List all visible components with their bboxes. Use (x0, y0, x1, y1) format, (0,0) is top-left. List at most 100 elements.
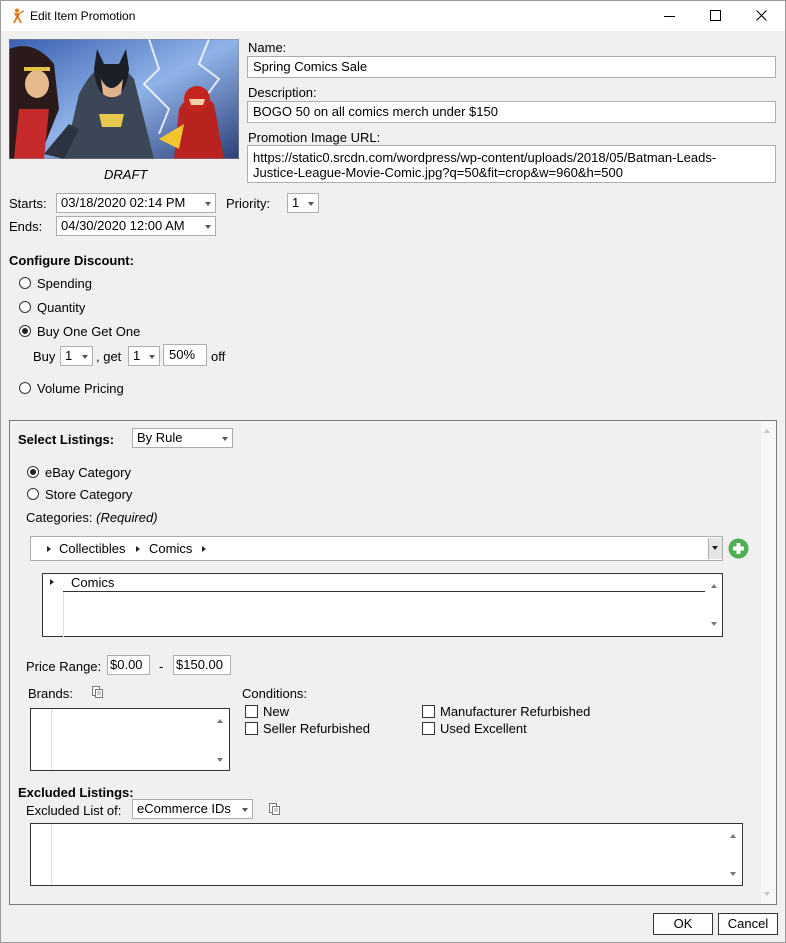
price-range-separator: - (159, 659, 164, 674)
categories-required-note: (Required) (96, 510, 158, 525)
condition-used-excellent-label[interactable]: Used Excellent (440, 721, 527, 736)
chevron-down-icon (149, 355, 155, 359)
condition-manufacturer-refurbished-label[interactable]: Manufacturer Refurbished (440, 704, 590, 719)
breadcrumb-separator-icon[interactable] (202, 546, 206, 552)
condition-seller-refurbished-checkbox[interactable] (245, 722, 258, 735)
discount-bogo-label[interactable]: Buy One Get One (37, 324, 140, 339)
categories-label-text: Categories: (26, 510, 93, 525)
chevron-down-icon (222, 437, 228, 441)
bogo-buy-value: 1 (65, 348, 73, 363)
chevron-down-icon (205, 225, 211, 229)
title-bar[interactable]: Edit Item Promotion (1, 1, 785, 31)
name-label: Name: (248, 40, 287, 55)
image-url-input[interactable]: https://static0.srcdn.com/wordpress/wp-c… (247, 145, 776, 183)
maximize-icon (710, 10, 721, 21)
scroll-down-icon[interactable] (764, 892, 770, 896)
category-list-gutter (63, 592, 64, 637)
discount-volume-radio[interactable] (19, 382, 31, 394)
condition-new-checkbox[interactable] (245, 705, 258, 718)
conditions-label: Conditions: (242, 686, 308, 701)
bogo-percent-input[interactable]: 50% (163, 344, 207, 366)
condition-seller-refurbished-label[interactable]: Seller Refurbished (263, 721, 370, 736)
chevron-down-icon (308, 202, 314, 206)
category-item-comics[interactable]: Comics (71, 575, 114, 590)
discount-spending-radio[interactable] (19, 277, 31, 289)
app-logo-icon (13, 8, 25, 23)
description-input[interactable]: BOGO 50 on all comics merch under $150 (247, 101, 776, 123)
store-category-label[interactable]: Store Category (45, 487, 132, 502)
scroll-down-icon[interactable] (730, 872, 736, 876)
scroll-up-icon[interactable] (217, 719, 223, 723)
scroll-down-icon[interactable] (217, 758, 223, 762)
condition-manufacturer-refurbished-checkbox[interactable] (422, 705, 435, 718)
bogo-buy-select[interactable]: 1 (60, 346, 93, 366)
price-min-input[interactable]: $0.00 (107, 655, 150, 675)
discount-spending-label[interactable]: Spending (37, 276, 92, 291)
priority-value: 1 (292, 195, 300, 210)
ends-datetime-picker[interactable]: 04/30/2020 12:00 AM (56, 216, 216, 236)
scroll-up-icon[interactable] (711, 584, 717, 588)
priority-select[interactable]: 1 (287, 193, 319, 213)
excluded-list-of-label: Excluded List of: (26, 803, 122, 818)
chevron-down-icon (712, 546, 718, 550)
excluded-list-type-select[interactable]: eCommerce IDs (132, 799, 253, 819)
bogo-get-select[interactable]: 1 (128, 346, 160, 366)
scroll-up-icon[interactable] (730, 834, 736, 838)
minimize-icon (664, 16, 675, 17)
maximize-button[interactable] (693, 2, 739, 31)
brands-list-gutter (51, 709, 52, 770)
condition-new-label[interactable]: New (263, 704, 289, 719)
ebay-category-radio[interactable] (27, 466, 39, 478)
promotion-image (9, 39, 239, 159)
add-category-icon[interactable] (728, 538, 749, 559)
bogo-get-value: 1 (133, 348, 141, 363)
chevron-down-icon (242, 808, 248, 812)
price-max-input[interactable]: $150.00 (173, 655, 231, 675)
expand-arrow-icon[interactable] (50, 579, 54, 585)
cancel-button[interactable]: Cancel (718, 913, 778, 935)
clipboard-paste-icon[interactable] (91, 685, 103, 698)
discount-volume-label[interactable]: Volume Pricing (37, 381, 124, 396)
clipboard-paste-icon[interactable] (268, 802, 280, 815)
bogo-buy-label: Buy (33, 349, 56, 364)
image-url-label: Promotion Image URL: (248, 130, 381, 145)
starts-label: Starts: (9, 196, 47, 211)
brands-label: Brands: (28, 686, 73, 701)
condition-used-excellent-checkbox[interactable] (422, 722, 435, 735)
discount-bogo-radio[interactable] (19, 325, 31, 337)
discount-quantity-radio[interactable] (19, 301, 31, 313)
image-url-line-2: Justice-League-Movie-Comic.jpg?q=50&fit=… (253, 165, 623, 180)
category-breadcrumb[interactable]: Collectibles Comics (30, 536, 723, 561)
priority-label: Priority: (226, 196, 271, 211)
close-button[interactable] (739, 2, 785, 31)
starts-datetime-picker[interactable]: 03/18/2020 02:14 PM (56, 193, 216, 213)
brands-list[interactable] (30, 708, 230, 771)
image-url-line-1: https://static0.srcdn.com/wordpress/wp-c… (253, 150, 717, 165)
bogo-get-label: , get (96, 349, 122, 364)
starts-value: 03/18/2020 02:14 PM (61, 195, 186, 210)
chevron-down-icon (205, 202, 211, 206)
ends-value: 04/30/2020 12:00 AM (61, 218, 185, 233)
discount-quantity-label[interactable]: Quantity (37, 300, 85, 315)
category-header-divider (63, 591, 705, 592)
price-range-label: Price Range: (26, 659, 102, 674)
draft-status-label: DRAFT (104, 167, 148, 182)
scroll-down-icon[interactable] (711, 622, 717, 626)
breadcrumb-dropdown-button[interactable] (708, 538, 722, 559)
categories-label: Categories: (Required) (26, 510, 158, 525)
name-input[interactable]: Spring Comics Sale (247, 56, 776, 78)
breadcrumb-item-comics[interactable]: Comics (149, 541, 192, 556)
breadcrumb-separator-icon[interactable] (136, 546, 140, 552)
excluded-ids-list[interactable] (30, 823, 743, 886)
category-tree-list[interactable]: Comics (42, 573, 723, 637)
scroll-up-icon[interactable] (764, 429, 770, 433)
store-category-radio[interactable] (27, 488, 39, 500)
breadcrumb-root-arrow-icon[interactable] (47, 546, 51, 552)
breadcrumb-item-collectibles[interactable]: Collectibles (59, 541, 125, 556)
ebay-category-label[interactable]: eBay Category (45, 465, 131, 480)
minimize-button[interactable] (647, 2, 693, 31)
ok-button[interactable]: OK (653, 913, 713, 935)
panel-scrollbar[interactable] (761, 422, 776, 904)
listings-mode-select[interactable]: By Rule (132, 428, 233, 448)
excluded-list-type-value: eCommerce IDs (137, 801, 231, 816)
